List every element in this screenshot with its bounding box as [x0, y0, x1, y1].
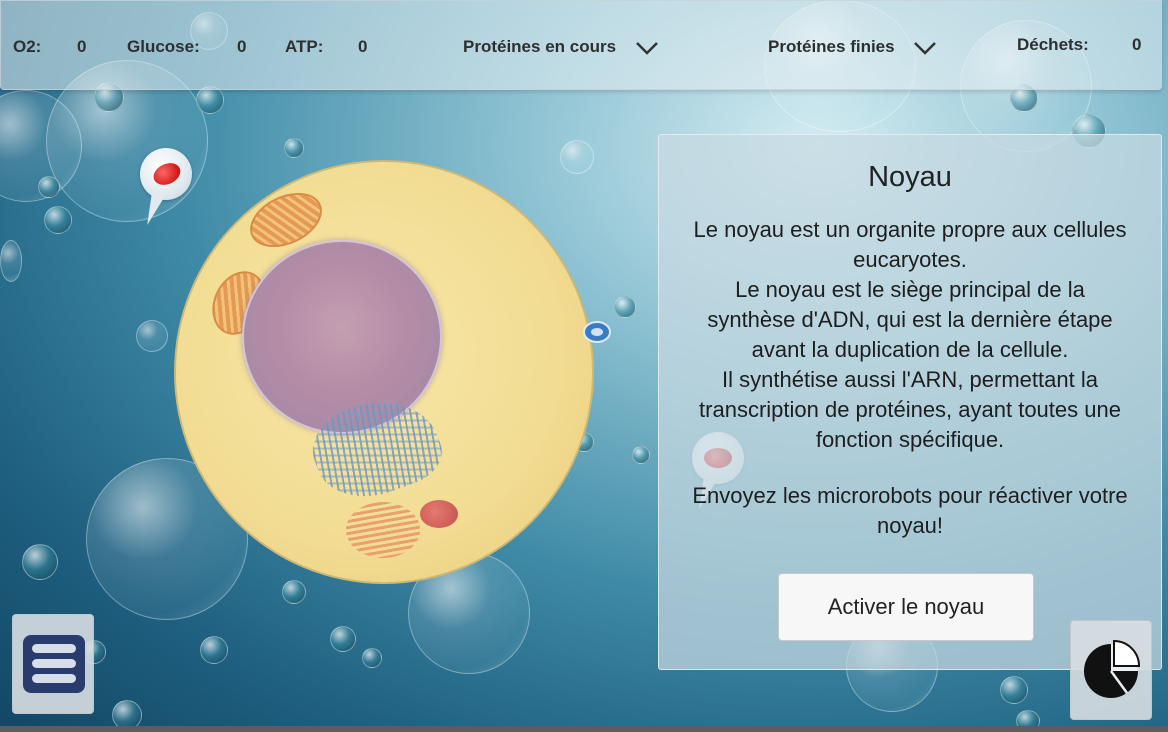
glucose-value: 0	[237, 37, 247, 56]
hamburger-menu-icon	[23, 635, 85, 693]
atp-value: 0	[358, 37, 368, 56]
waste-label: Déchets:	[1017, 35, 1089, 54]
pin-marker	[150, 159, 184, 189]
microrobot-icon[interactable]	[582, 318, 612, 346]
organelle-info-panel: Noyau Le noyau est un organite propre au…	[658, 134, 1162, 670]
golgi-apparatus[interactable]	[346, 502, 420, 558]
proteins-finished-label: Protéines finies	[768, 37, 895, 56]
map-pin-icon[interactable]	[140, 148, 192, 200]
background-bubble	[200, 636, 228, 664]
panel-title: Noyau	[868, 161, 952, 193]
background-bubble	[136, 320, 168, 352]
background-bubble	[196, 86, 224, 114]
background-bubble	[0, 240, 22, 282]
panel-description: Le noyau est un organite propre aux cell…	[693, 217, 1127, 452]
background-bubble	[44, 206, 72, 234]
proteins-in-progress-label: Protéines en cours	[463, 37, 617, 56]
background-bubble	[282, 580, 306, 604]
menu-button[interactable]	[12, 614, 94, 714]
atp-label: ATP:	[285, 37, 324, 56]
proteins-in-progress-dropdown[interactable]: Protéines en cours	[463, 37, 659, 57]
background-bubble	[362, 648, 382, 668]
game-scene: O2: 0 Glucose: 0 ATP: 0 Protéines en cou…	[0, 0, 1168, 732]
resource-bar: O2: 0 Glucose: 0 ATP: 0 Protéines en cou…	[0, 0, 1162, 90]
pie-chart-icon	[1084, 639, 1141, 698]
glucose-label: Glucose:	[127, 37, 200, 56]
nucleus[interactable]	[242, 240, 442, 434]
background-bubble	[1000, 676, 1028, 704]
background-bubble	[38, 176, 60, 198]
background-bubble	[632, 446, 650, 464]
waste-value: 0	[1132, 35, 1142, 54]
activate-nucleus-button[interactable]: Activer le noyau	[778, 573, 1034, 641]
proteins-finished-dropdown[interactable]: Protéines finies	[768, 37, 937, 57]
lysosome[interactable]	[420, 500, 458, 528]
o2-value: 0	[77, 37, 87, 56]
panel-call-to-action: Envoyez les microrobots pour réactiver v…	[692, 483, 1128, 538]
background-bubble	[330, 626, 356, 652]
background-bubble	[284, 138, 304, 158]
o2-label: O2:	[13, 37, 42, 56]
chevron-down-icon	[914, 42, 937, 55]
chevron-down-icon	[635, 42, 658, 55]
background-bubble	[22, 544, 58, 580]
stats-button[interactable]	[1070, 620, 1152, 720]
background-bubble	[614, 296, 636, 318]
bottom-border	[0, 726, 1168, 732]
background-bubble	[560, 140, 594, 174]
